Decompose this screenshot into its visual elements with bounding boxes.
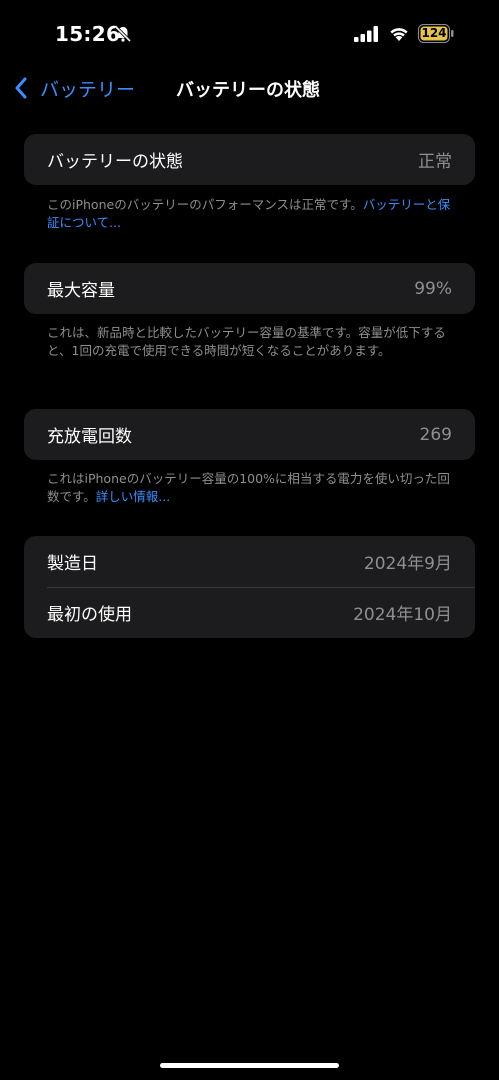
maximum-capacity-label: 最大容量 — [47, 281, 115, 301]
wifi-icon — [390, 28, 408, 41]
battery-health-screen: 15:26 124 バッテリー バッテリーの状態 バッテリーの状態 正常 このi… — [0, 0, 499, 1080]
battery-health-footnote-text: このiPhoneのバッテリーのパフォーマンスは正常です。 — [47, 197, 363, 212]
maximum-capacity-footnote-text: これは、新品時と比較したバッテリー容量の基準です。容量が低下すると、1回の充電で… — [47, 325, 446, 358]
cycle-count-group: 充放電回数 269 — [24, 409, 475, 460]
battery-health-label: バッテリーの状態 — [47, 152, 183, 172]
maximum-capacity-value: 99% — [414, 278, 452, 299]
cycle-count-label: 充放電回数 — [47, 427, 132, 447]
battery-level-text: 124 — [421, 26, 447, 40]
battery-health-value: 正常 — [418, 152, 452, 172]
chevron-left-icon — [15, 77, 27, 99]
cellular-signal-icon — [354, 26, 378, 42]
first-use-row: 最初の使用 2024年10月 — [24, 587, 475, 638]
cycle-count-footnote: これはiPhoneのバッテリー容量の100%に相当する電力を使い切った回数です。… — [47, 470, 457, 506]
maximum-capacity-group: 最大容量 99% — [24, 263, 475, 314]
first-use-value: 2024年10月 — [353, 605, 452, 625]
manufacture-date-value: 2024年9月 — [363, 554, 452, 574]
battery-health-footnote: このiPhoneのバッテリーのパフォーマンスは正常です。バッテリーと保証について… — [47, 196, 457, 232]
navigation-bar: バッテリー バッテリーの状態 — [0, 64, 499, 112]
cycle-count-value: 269 — [419, 424, 452, 445]
battery-health-group: バッテリーの状態 正常 — [24, 134, 475, 185]
back-button-label: バッテリー — [40, 78, 136, 101]
first-use-label: 最初の使用 — [47, 605, 132, 625]
home-indicator[interactable] — [160, 1063, 339, 1068]
page-title: バッテリーの状態 — [176, 80, 320, 101]
manufacture-date-row: 製造日 2024年9月 — [24, 536, 475, 587]
back-button[interactable]: バッテリー — [14, 74, 135, 102]
maximum-capacity-row: 最大容量 99% — [24, 263, 475, 314]
cycle-count-row: 充放電回数 269 — [24, 409, 475, 460]
battery-health-row: バッテリーの状態 正常 — [24, 134, 475, 185]
status-bar: 15:26 124 — [0, 0, 499, 64]
manufacture-date-label: 製造日 — [47, 554, 98, 574]
status-time: 15:26 — [55, 22, 121, 46]
bell-slash-icon — [114, 25, 132, 43]
maximum-capacity-footnote: これは、新品時と比較したバッテリー容量の基準です。容量が低下すると、1回の充電で… — [47, 324, 457, 360]
dates-group: 製造日 2024年9月 最初の使用 2024年10月 — [24, 536, 475, 638]
learn-more-link[interactable]: 詳しい情報... — [96, 489, 170, 504]
